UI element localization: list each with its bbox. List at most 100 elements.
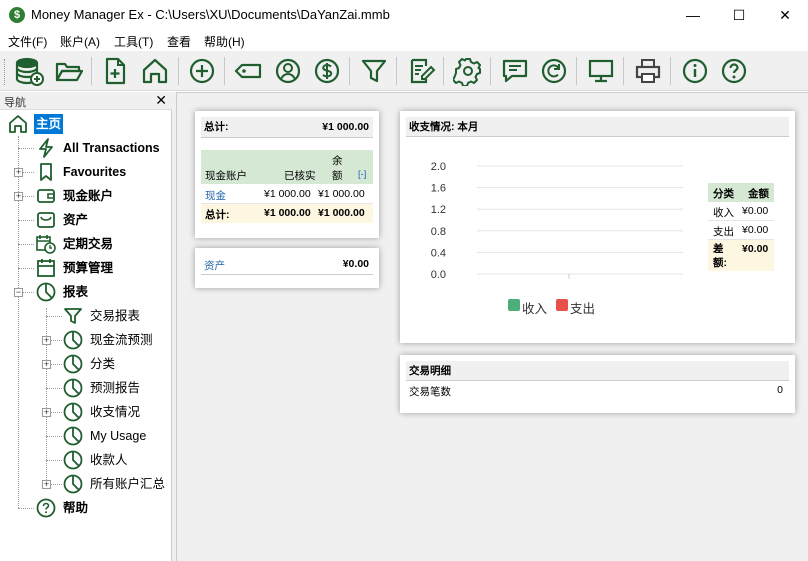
dollar-circle-icon[interactable] — [312, 56, 342, 86]
transactions-card: 交易明细 交易笔数 0 — [400, 355, 795, 413]
table-row: 收入 ¥0.00 — [708, 202, 774, 221]
menu-tools[interactable]: 工具(T) — [114, 33, 153, 50]
account-link[interactable]: 现金 — [205, 188, 226, 203]
y-tick-label: 1.2 — [431, 204, 446, 216]
tree-expander[interactable]: + — [42, 336, 51, 345]
nav-item-label: 预算管理 — [63, 261, 114, 275]
folder-open-icon[interactable] — [54, 56, 84, 86]
pie-chart-icon — [63, 378, 83, 398]
table-row[interactable]: 现金 ¥1 000.00 ¥1 000.00 — [201, 185, 373, 204]
income-expense-card: 收支情况: 本月 2.0 1.6 1.2 0.8 0.4 0.0 收入 支出 分类 金额 … — [400, 111, 795, 343]
menu-bar: 文件(F) 账户(A) 工具(T) 查看 帮助(H) — [0, 31, 808, 51]
tree-line — [18, 148, 34, 149]
y-tick-label: 0.0 — [431, 269, 446, 281]
account-reconciled: ¥1 000.00 — [264, 188, 311, 200]
y-tick-label: 1.6 — [431, 183, 446, 195]
y-tick-label: 0.8 — [431, 226, 446, 238]
collapse-toggle[interactable]: [-] — [358, 169, 366, 180]
nav-item-label: All Transactions — [63, 141, 160, 155]
printer-icon[interactable] — [633, 56, 663, 86]
calendar-clock-icon — [36, 234, 56, 254]
nav-item-label: 预测报告 — [90, 381, 141, 395]
filter-icon[interactable] — [359, 56, 389, 86]
nav-header: 导航 ✕ — [0, 92, 172, 110]
wallet-icon — [36, 186, 56, 206]
menu-accounts[interactable]: 账户(A) — [60, 33, 100, 50]
window-title: Money Manager Ex - C:\Users\XU\Documents… — [31, 7, 390, 22]
y-tick-label: 2.0 — [431, 161, 446, 173]
maximize-button[interactable]: ☐ — [716, 0, 762, 31]
nav-item-label: Favourites — [63, 165, 127, 179]
toolbar-separator — [443, 57, 444, 85]
toolbar-separator — [623, 57, 624, 85]
summary-total-label: 总计: — [204, 121, 229, 133]
menu-view[interactable]: 查看 — [167, 33, 191, 50]
nav-close-button[interactable]: ✕ — [155, 92, 167, 109]
tree-line — [18, 508, 34, 509]
assets-row[interactable]: 资产 ¥0.00 — [201, 254, 373, 275]
nav-item-label: 帮助 — [63, 501, 89, 515]
tree-expander[interactable]: + — [14, 168, 23, 177]
info-icon[interactable] — [680, 56, 710, 86]
gear-icon[interactable] — [452, 56, 483, 87]
account-balance: ¥1 000.00 — [318, 188, 365, 200]
pie-chart-icon — [63, 426, 83, 446]
tree-expander[interactable]: + — [14, 192, 23, 201]
column-header-balance: 余 额 — [332, 155, 343, 182]
edit-icon[interactable] — [406, 56, 436, 86]
nav-item-label: 主页 — [34, 114, 64, 134]
help-icon — [36, 498, 56, 518]
user-circle-icon[interactable] — [273, 56, 303, 86]
tree-line — [46, 436, 62, 437]
new-database-icon[interactable] — [14, 56, 44, 86]
tree-expander[interactable]: + — [42, 408, 51, 417]
table-footer-row: 总计: ¥1 000.00 ¥1 000.00 — [201, 204, 373, 223]
nav-item-label: 所有账户汇总 — [90, 477, 166, 491]
summary-total-value: ¥1 000.00 — [322, 121, 369, 133]
monitor-icon[interactable] — [586, 56, 616, 86]
filter-icon — [63, 306, 83, 326]
accounts-table-header: 现金账户 已核实 余 额 [-] — [201, 150, 373, 184]
minimize-button[interactable]: — — [670, 0, 716, 31]
income-value: ¥0.00 — [742, 205, 769, 217]
tag-icon[interactable] — [233, 56, 263, 86]
tree-expander[interactable]: − — [14, 288, 23, 297]
nav-item-label: 收款人 — [90, 453, 128, 467]
toolbar-separator — [91, 57, 92, 85]
transactions-header: 交易明细 — [406, 361, 789, 381]
column-header-amount: 金额 — [748, 188, 769, 200]
assets-link[interactable]: 资产 — [204, 258, 225, 273]
accounts-summary-card: 总计: ¥1 000.00 现金账户 已核实 余 额 [-] 现金 ¥1 000… — [195, 111, 379, 238]
chat-icon[interactable] — [500, 56, 530, 86]
y-tick-label: 0.4 — [431, 247, 446, 259]
toolbar-grip[interactable] — [4, 59, 7, 85]
add-circle-icon[interactable] — [187, 56, 217, 86]
nav-item-label: 报表 — [63, 285, 89, 299]
close-button[interactable]: ✕ — [762, 0, 808, 31]
tree-expander[interactable]: + — [42, 480, 51, 489]
nav-item-label: 交易报表 — [90, 309, 141, 323]
basket-icon — [36, 210, 56, 230]
toolbar — [0, 51, 808, 91]
nav-item-home[interactable]: 主页 — [8, 113, 168, 135]
pie-chart-icon — [63, 474, 83, 494]
toolbar-separator — [396, 57, 397, 85]
menu-help[interactable]: 帮助(H) — [204, 33, 245, 50]
home-icon[interactable] — [140, 56, 170, 86]
assets-card: 资产 ¥0.00 — [195, 248, 379, 288]
menu-file[interactable]: 文件(F) — [8, 33, 47, 50]
pie-chart-icon — [63, 354, 83, 374]
toolbar-separator — [349, 57, 350, 85]
legend-expense-swatch — [556, 299, 568, 311]
expense-label: 支出 — [713, 226, 734, 238]
dashboard-area: 总计: ¥1 000.00 现金账户 已核实 余 额 [-] 现金 ¥1 000… — [176, 92, 808, 561]
tree-line — [18, 268, 34, 269]
new-transaction-icon[interactable] — [100, 56, 130, 86]
nav-title: 导航 — [4, 97, 26, 109]
refresh-icon[interactable] — [539, 56, 569, 86]
tree-line — [18, 244, 34, 245]
tree-expander[interactable]: + — [42, 360, 51, 369]
tree-line — [46, 460, 62, 461]
help-icon[interactable] — [719, 56, 749, 86]
toolbar-separator — [576, 57, 577, 85]
